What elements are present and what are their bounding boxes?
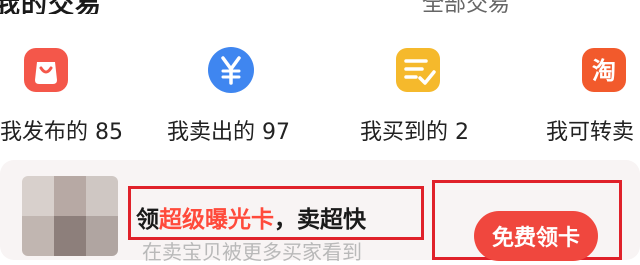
taobao-icon: 淘 xyxy=(582,48,626,92)
shortcut-published[interactable]: 我发布的 85 xyxy=(0,40,140,150)
yen-icon xyxy=(208,47,254,93)
checklist-icon xyxy=(396,48,440,92)
claim-card-button[interactable]: 免费领卡 xyxy=(474,211,598,261)
svg-text:淘: 淘 xyxy=(592,57,616,85)
shortcut-resell[interactable]: 淘 我可转卖 xyxy=(540,40,640,150)
blurred-thumbnail xyxy=(22,176,118,256)
headline-highlight: 超级曝光卡 xyxy=(159,207,274,233)
headline-prefix: 领 xyxy=(136,207,159,233)
shortcut-bought[interactable]: 我买到的 2 xyxy=(350,40,510,150)
view-all-link[interactable]: 全部交易 xyxy=(422,0,510,14)
shortcut-label: 我卖出的 97 xyxy=(167,120,290,145)
bag-icon xyxy=(24,48,68,92)
shortcut-label: 我买到的 2 xyxy=(360,120,469,145)
shortcut-sold[interactable]: 我卖出的 97 xyxy=(155,40,315,150)
shortcut-label: 我可转卖 xyxy=(546,120,635,145)
shortcut-label: 我发布的 85 xyxy=(0,120,123,145)
promo-headline: 领超级曝光卡，卖超快 xyxy=(136,200,366,234)
header-strip: 我的交易 全部交易 xyxy=(0,0,640,14)
headline-suffix: ，卖超快 xyxy=(274,207,366,233)
section-title: 我的交易 xyxy=(0,0,102,14)
